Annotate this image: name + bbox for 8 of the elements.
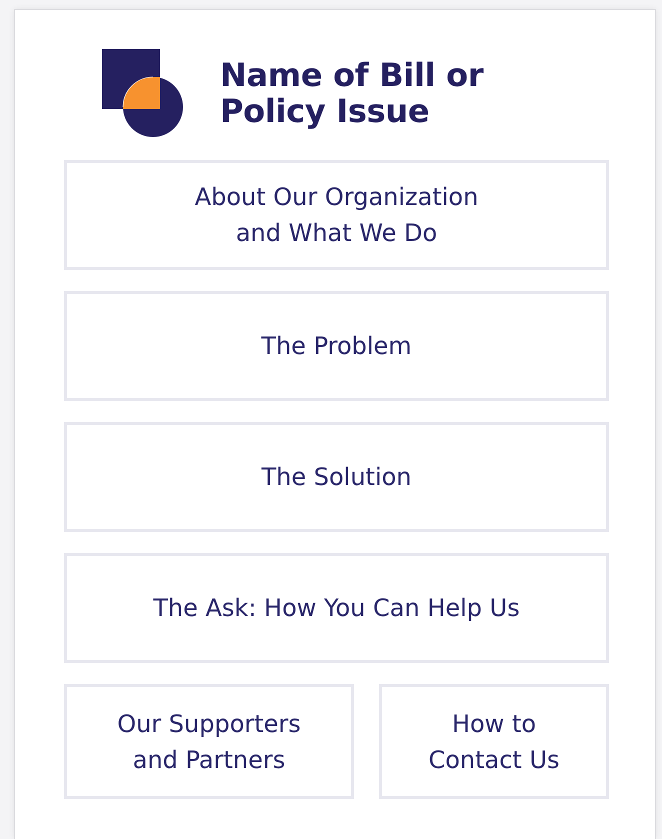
nav-button[interactable]: The Solution (64, 422, 609, 532)
nav-button[interactable]: About Our Organization and What We Do (64, 160, 609, 270)
nav-button[interactable]: The Problem (64, 291, 609, 401)
logo-icon (102, 49, 184, 137)
nav-button[interactable]: Our Supporters and Partners (64, 684, 354, 799)
nav-button[interactable]: The Ask: How You Can Help Us (64, 553, 609, 663)
page-title: Name of Bill or Policy Issue (220, 56, 484, 130)
nav-button[interactable]: How to Contact Us (379, 684, 609, 799)
